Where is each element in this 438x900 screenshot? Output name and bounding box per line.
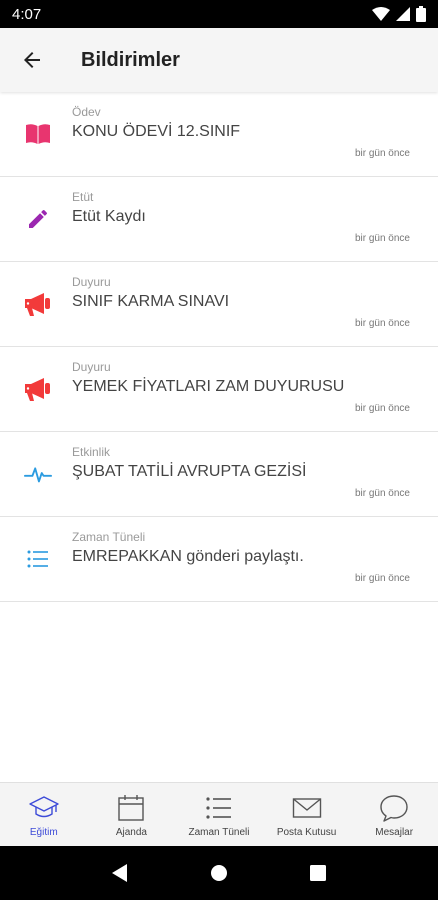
book-icon: [24, 120, 52, 148]
notification-category: Ödev: [72, 105, 101, 119]
notification-category: Etkinlik: [72, 445, 111, 459]
nav-label: Zaman Tüneli: [188, 827, 250, 838]
notification-title: Etüt Kaydı: [72, 208, 146, 225]
megaphone-icon: [24, 290, 52, 318]
notification-list: Ödev KONU ÖDEVİ 12.SINIF bir gün önce Et…: [0, 92, 438, 602]
nav-label: Mesajlar: [375, 827, 414, 838]
notification-title: YEMEK FİYATLARI ZAM DUYURUSU: [72, 378, 345, 395]
notification-item[interactable]: Etüt Etüt Kaydı bir gün önce: [0, 177, 438, 262]
graduation-cap-icon: [29, 793, 59, 823]
system-nav-bar: [0, 846, 438, 900]
nav-label: Ajanda: [115, 827, 147, 838]
notification-item[interactable]: Duyuru SINIF KARMA SINAVI bir gün önce: [0, 262, 438, 347]
notification-item[interactable]: Etkinlik ŞUBAT TATİLİ AVRUPTA GEZİSİ bir…: [0, 432, 438, 517]
recents-square-icon[interactable]: [309, 864, 327, 882]
bottom-nav: Eğitim Ajanda Zaman Tüneli Posta Kutusu …: [0, 782, 438, 846]
page-title: Bildirimler: [81, 48, 180, 71]
status-bar: 4:07: [0, 0, 438, 28]
pencil-icon: [24, 205, 52, 233]
notification-time: bir gün önce: [354, 403, 410, 414]
notification-item[interactable]: Duyuru YEMEK FİYATLARI ZAM DUYURUSU bir …: [0, 347, 438, 432]
home-circle-icon[interactable]: [210, 864, 228, 882]
notification-item[interactable]: Ödev KONU ÖDEVİ 12.SINIF bir gün önce: [0, 92, 438, 177]
status-time: 4:07: [12, 5, 42, 23]
notification-category: Duyuru: [72, 275, 111, 289]
signal-icon: [396, 7, 410, 21]
status-icons: [372, 6, 426, 22]
back-button[interactable]: [0, 28, 64, 92]
notification-time: bir gün önce: [354, 233, 410, 244]
notification-category: Zaman Tüneli: [72, 530, 146, 544]
notification-item[interactable]: Zaman Tüneli EMREPAKKAN gönderi paylaştı…: [0, 517, 438, 602]
notification-category: Etüt: [72, 190, 94, 204]
notification-title: ŞUBAT TATİLİ AVRUPTA GEZİSİ: [72, 463, 307, 480]
envelope-icon: [292, 793, 322, 823]
nav-item-zaman-tuneli[interactable]: Zaman Tüneli: [175, 783, 263, 846]
chat-icon: [379, 793, 409, 823]
calendar-icon: [116, 793, 146, 823]
notification-time: bir gün önce: [354, 488, 410, 499]
app-bar: Bildirimler: [0, 28, 438, 92]
notification-title: KONU ÖDEVİ 12.SINIF: [72, 123, 241, 140]
list-icon: [204, 793, 234, 823]
nav-label: Eğitim: [29, 827, 58, 838]
back-triangle-icon[interactable]: [111, 863, 129, 883]
list-icon: [24, 545, 52, 573]
notification-title: EMREPAKKAN gönderi paylaştı.: [72, 548, 304, 565]
notification-time: bir gün önce: [354, 573, 410, 584]
wifi-icon: [372, 7, 390, 21]
nav-item-egitim[interactable]: Eğitim: [0, 783, 88, 846]
megaphone-icon: [24, 375, 52, 403]
nav-item-posta-kutusu[interactable]: Posta Kutusu: [263, 783, 351, 846]
notification-time: bir gün önce: [354, 148, 410, 159]
nav-item-ajanda[interactable]: Ajanda: [88, 783, 176, 846]
battery-icon: [416, 6, 426, 22]
nav-label: Posta Kutusu: [276, 827, 337, 838]
pulse-icon: [24, 460, 52, 488]
nav-item-mesajlar[interactable]: Mesajlar: [350, 783, 438, 846]
arrow-left-icon: [24, 52, 40, 68]
notification-title: SINIF KARMA SINAVI: [72, 293, 230, 310]
notification-time: bir gün önce: [354, 318, 410, 329]
notification-category: Duyuru: [72, 360, 111, 374]
